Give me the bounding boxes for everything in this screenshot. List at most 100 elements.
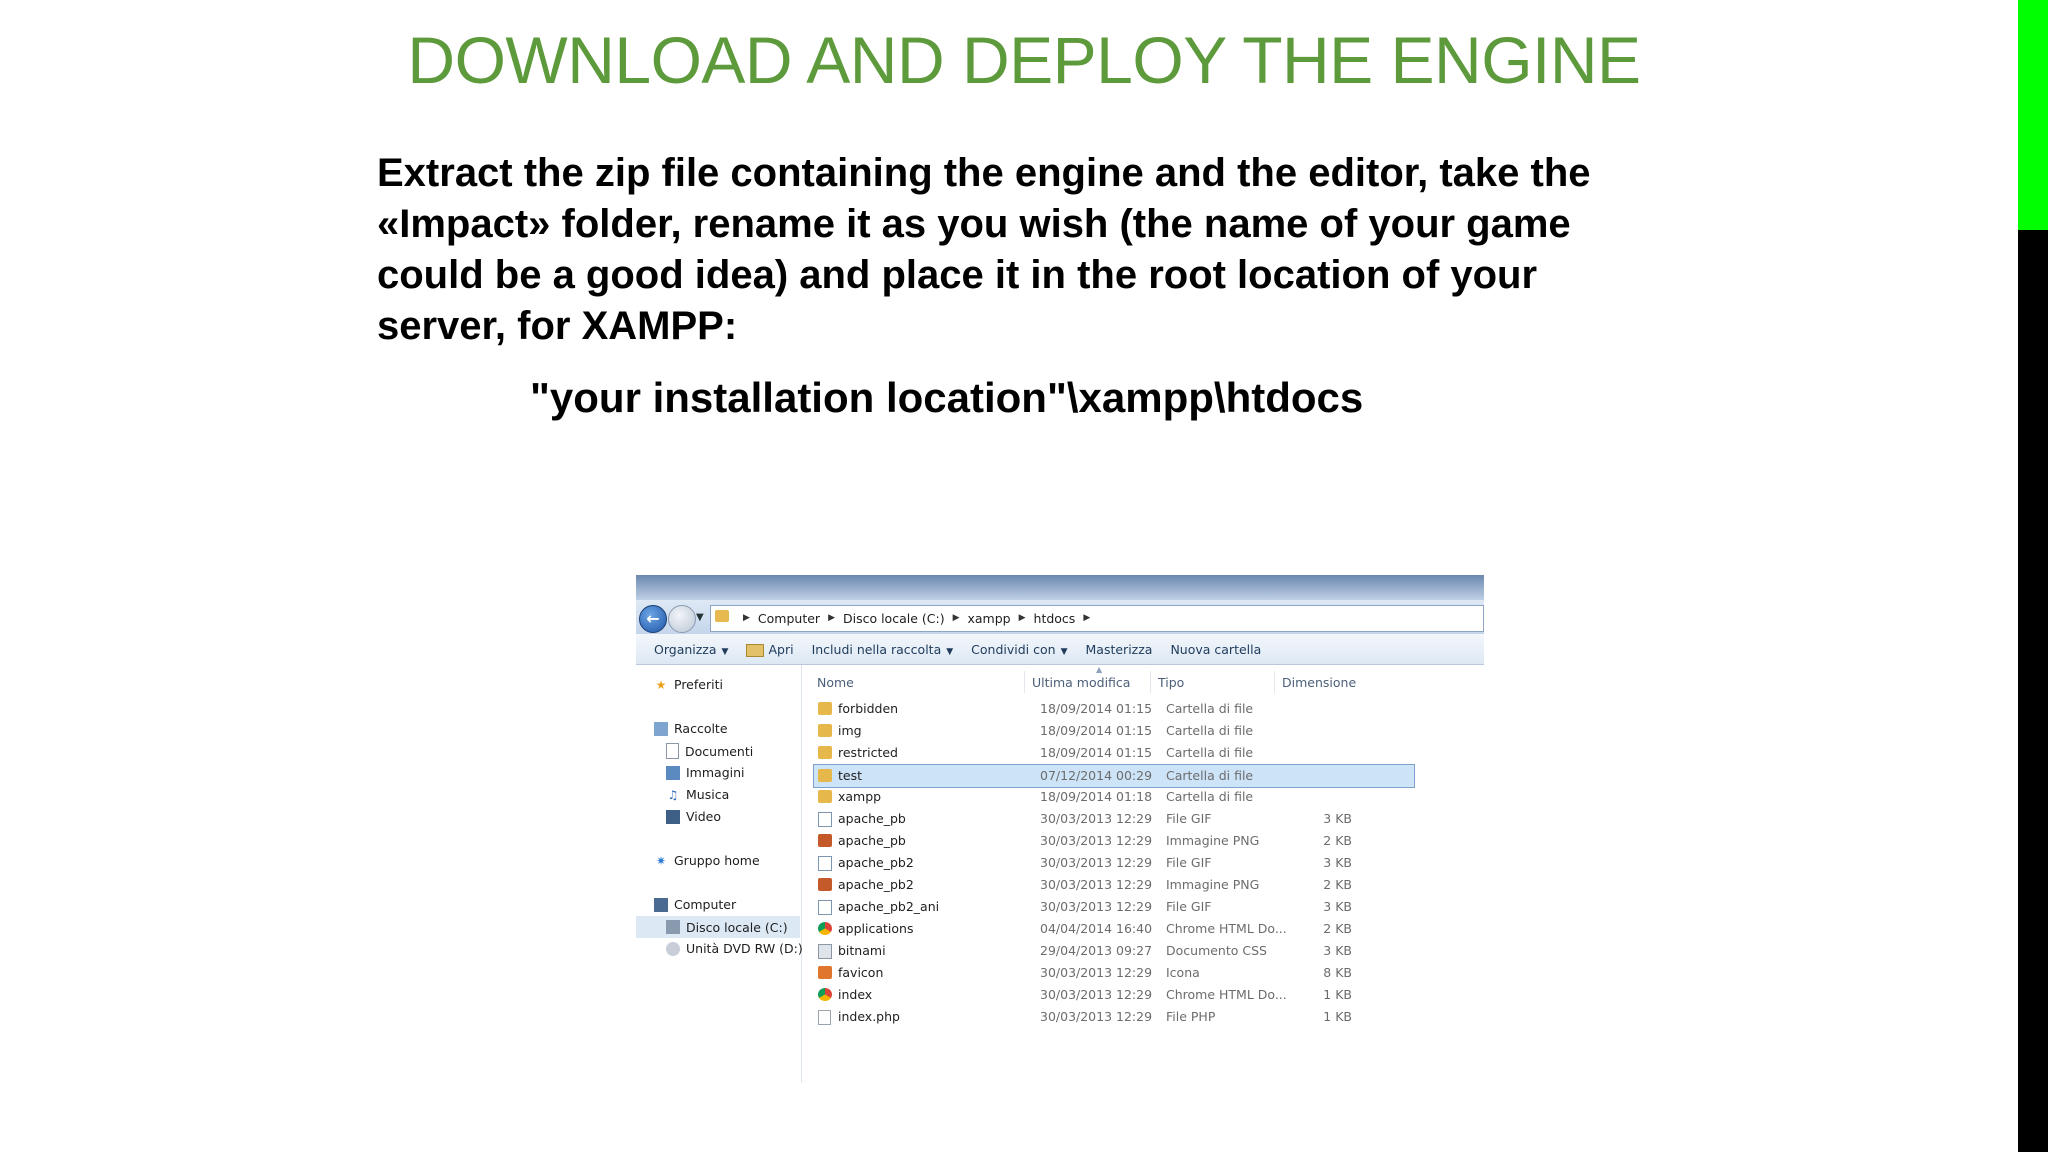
crumb-computer[interactable]: Computer — [758, 611, 820, 626]
nav-item-preferiti[interactable]: ★ Preferiti — [654, 677, 723, 692]
file-name: applications — [838, 921, 914, 936]
pictures-icon — [666, 765, 680, 780]
crumb-disco-locale[interactable]: Disco locale (C:) — [843, 611, 945, 626]
address-row: ← ▼ ▶ Computer ▶ Disco locale (C:) ▶ xam… — [636, 600, 1484, 634]
file-size: 1 KB — [1323, 1009, 1352, 1024]
file-name: apache_pb2 — [838, 855, 914, 870]
file-row[interactable]: forbidden 18/09/2014 01:15 Cartella di fil… — [814, 698, 1414, 720]
masterizza-button[interactable]: Masterizza — [1086, 642, 1153, 657]
file-row[interactable]: favicon 30/03/2013 12:29 Icona 8 KB — [814, 962, 1414, 984]
condividi-button[interactable]: Condividi con ▼ — [971, 642, 1067, 657]
chevron-down-icon: ▼ — [946, 646, 954, 657]
chevron-down-icon: ▼ — [721, 646, 729, 657]
slide-body-text: Extract the zip file containing the engi… — [377, 148, 1707, 352]
file-size: 3 KB — [1323, 855, 1352, 870]
folder-icon — [818, 746, 832, 759]
file-size: 8 KB — [1323, 965, 1352, 980]
column-header-ultima-modifica[interactable]: Ultima modifica — [1032, 675, 1130, 690]
slide: DOWNLOAD AND DEPLOY THE ENGINE Extract t… — [0, 0, 2018, 1152]
crumb-xampp[interactable]: xampp — [968, 611, 1011, 626]
file-modified: 30/03/2013 12:29 — [1040, 811, 1153, 826]
php-file-icon — [818, 1010, 831, 1025]
music-note-icon: ♫ — [667, 787, 679, 802]
nav-item-immagini[interactable]: Immagini — [666, 765, 745, 780]
back-arrow-icon[interactable]: ← — [639, 605, 667, 633]
nav-label: Musica — [686, 787, 730, 802]
file-row[interactable]: apache_pb 30/03/2013 12:29 Immagine PNG 2 K… — [814, 830, 1414, 852]
file-row[interactable]: index 30/03/2013 12:29 Chrome HTML Do... 1 … — [814, 984, 1414, 1006]
history-dropdown-icon[interactable]: ▼ — [696, 612, 704, 623]
file-row[interactable]: apache_pb2 30/03/2013 12:29 File GIF 3 KB — [814, 852, 1414, 874]
chevron-down-icon: ▼ — [1060, 646, 1068, 657]
file-row[interactable]: test 07/12/2014 00:29 Cartella di file — [813, 764, 1415, 788]
file-row[interactable]: bitnami 29/04/2013 09:27 Documento CSS 3 KB — [814, 940, 1414, 962]
condividi-label: Condividi con — [971, 641, 1056, 657]
nav-item-documenti[interactable]: Documenti — [666, 743, 753, 759]
file-modified: 04/04/2014 16:40 — [1040, 921, 1153, 936]
file-name: index — [838, 987, 873, 1002]
chevron-right-icon: ▶ — [1083, 613, 1091, 623]
file-row[interactable]: apache_pb 30/03/2013 12:29 File GIF 3 KB — [814, 808, 1414, 830]
organizza-button[interactable]: Organizza ▼ — [654, 642, 728, 657]
body-line-2: «Impact» folder, rename it as you wish (… — [377, 202, 1571, 246]
nav-item-musica[interactable]: ♫ Musica — [666, 787, 730, 802]
column-header-tipo[interactable]: Tipo — [1158, 675, 1184, 690]
breadcrumb: ▶ Computer ▶ Disco locale (C:) ▶ xampp ▶… — [735, 609, 1098, 627]
crumb-htdocs[interactable]: htdocs — [1034, 611, 1076, 626]
column-header-nome[interactable]: Nome — [817, 675, 854, 690]
file-size: 2 KB — [1323, 833, 1352, 848]
file-name: apache_pb — [838, 811, 906, 826]
file-modified: 30/03/2013 12:29 — [1040, 833, 1153, 848]
column-divider[interactable] — [1274, 671, 1275, 693]
file-name: apache_pb — [838, 833, 906, 848]
command-bar: Organizza ▼ Apri Includi nella raccolta ▼ … — [636, 634, 1484, 665]
apri-button[interactable]: Apri — [746, 641, 794, 657]
nav-label: Documenti — [685, 743, 754, 759]
forward-arrow-icon[interactable] — [668, 605, 696, 633]
nav-item-video[interactable]: Video — [666, 809, 721, 824]
column-header-dimensione[interactable]: Dimensione — [1282, 675, 1356, 690]
includi-label: Includi nella raccolta — [811, 641, 942, 657]
includi-button[interactable]: Includi nella raccolta ▼ — [812, 642, 954, 657]
gif-file-icon — [818, 856, 832, 871]
address-bar[interactable]: ▶ Computer ▶ Disco locale (C:) ▶ xampp ▶… — [710, 605, 1484, 632]
apri-label: Apri — [768, 641, 794, 657]
file-size: 3 KB — [1323, 943, 1352, 958]
file-row[interactable]: index.php 30/03/2013 12:29 File PHP 1 KB — [814, 1006, 1414, 1028]
chevron-right-icon: ▶ — [1018, 613, 1026, 623]
drive-icon — [666, 920, 680, 934]
file-name: apache_pb2_ani — [838, 899, 940, 914]
file-row[interactable]: applications 04/04/2014 16:40 Chrome HTML … — [814, 918, 1414, 940]
folder-icon — [818, 702, 832, 715]
file-type: Icona — [1166, 965, 1200, 980]
file-type: Cartella di file — [1166, 701, 1254, 716]
file-type: Documento CSS — [1166, 943, 1267, 958]
file-row[interactable]: apache_pb2 30/03/2013 12:29 Immagine PNG 2 … — [814, 874, 1414, 896]
nuova-cartella-button[interactable]: Nuova cartella — [1170, 642, 1261, 657]
file-modified: 30/03/2013 12:29 — [1040, 899, 1153, 914]
file-size: 2 KB — [1323, 921, 1352, 936]
chrome-file-icon — [818, 988, 832, 1001]
file-name: bitnami — [838, 943, 886, 958]
file-type: Cartella di file — [1166, 789, 1254, 804]
nav-item-disco-locale[interactable]: Disco locale (C:) — [636, 916, 800, 938]
homegroup-icon: ✷ — [655, 853, 667, 868]
file-row[interactable]: xampp 18/09/2014 01:18 Cartella di file — [814, 786, 1414, 808]
body-line-3: could be a good idea) and place it in th… — [377, 253, 1538, 297]
file-row[interactable]: img 18/09/2014 01:15 Cartella di file — [814, 720, 1414, 742]
nav-item-unita-dvd[interactable]: Unità DVD RW (D:) A — [666, 941, 815, 956]
file-row[interactable]: restricted 18/09/2014 01:15 Cartella di fi… — [814, 742, 1414, 764]
nav-item-gruppo-home[interactable]: ✷ Gruppo home — [654, 853, 760, 868]
column-divider[interactable] — [1024, 671, 1025, 693]
nav-label: Gruppo home — [674, 853, 760, 868]
libraries-icon — [654, 721, 668, 736]
folder-icon — [818, 724, 832, 737]
file-modified: 29/04/2013 09:27 — [1040, 943, 1153, 958]
column-divider[interactable] — [1150, 671, 1151, 693]
window-title-strip — [636, 575, 1484, 603]
file-name: favicon — [838, 965, 884, 980]
nav-item-raccolte[interactable]: Raccolte — [654, 721, 728, 736]
file-row[interactable]: apache_pb2_ani 30/03/2013 12:29 File GIF 3 … — [814, 896, 1414, 918]
file-size: 3 KB — [1323, 899, 1352, 914]
nav-item-computer[interactable]: Computer — [654, 897, 736, 912]
